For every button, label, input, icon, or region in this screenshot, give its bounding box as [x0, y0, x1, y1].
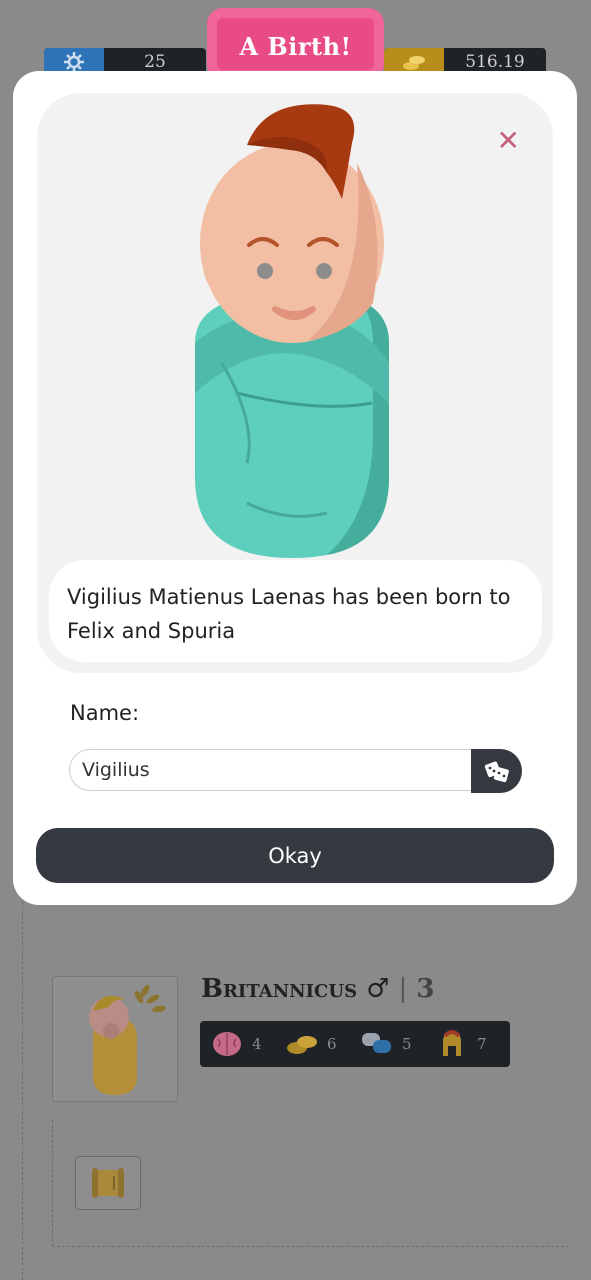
birth-illustration-panel: ✕ Vigilius Matienus Laenas has been born…: [37, 93, 553, 673]
page-title: A Birth!: [207, 8, 384, 80]
stat-value: 25: [144, 52, 166, 72]
stat-value: 516.19: [465, 52, 525, 72]
randomize-name-button[interactable]: [471, 749, 522, 793]
child-portrait[interactable]: [52, 976, 178, 1102]
separator: |: [398, 974, 408, 1004]
helmet-icon: [435, 1029, 469, 1059]
birth-message: Vigilius Matienus Laenas has been born t…: [49, 560, 542, 662]
stat-value: 7: [477, 1035, 487, 1053]
child-name-text: Britannicus: [201, 974, 358, 1004]
birth-dialog: ✕ Vigilius Matienus Laenas has been born…: [13, 71, 577, 905]
dice-icon: [484, 761, 509, 783]
page-title-text: A Birth!: [239, 32, 352, 61]
name-input[interactable]: [69, 749, 471, 791]
stat-social: 5: [360, 1029, 435, 1059]
stat-military: 7: [435, 1029, 510, 1059]
baby-icon: [89, 984, 166, 1095]
brain-icon: [210, 1029, 244, 1059]
stat-value: 5: [402, 1035, 412, 1053]
stat-value: 4: [252, 1035, 262, 1053]
scroll-icon: [92, 1168, 124, 1198]
speech-bubbles-icon: [360, 1029, 394, 1059]
child-stats-bar: 4 6 5 7: [200, 1021, 510, 1067]
stat-intelligence: 4: [210, 1029, 285, 1059]
baby-illustration: [195, 104, 389, 558]
scroll-button[interactable]: [75, 1156, 141, 1210]
gender-symbol: ♂: [366, 974, 390, 1004]
stat-value: 6: [327, 1035, 337, 1053]
child-name: Britannicus ♂ | 3: [201, 974, 434, 1004]
stat-wealth: 6: [285, 1029, 360, 1059]
name-label: Name:: [70, 701, 140, 725]
coins-icon: [285, 1029, 319, 1059]
child-age: 3: [416, 974, 435, 1004]
okay-button[interactable]: Okay: [36, 828, 554, 883]
close-icon[interactable]: ✕: [497, 127, 520, 155]
